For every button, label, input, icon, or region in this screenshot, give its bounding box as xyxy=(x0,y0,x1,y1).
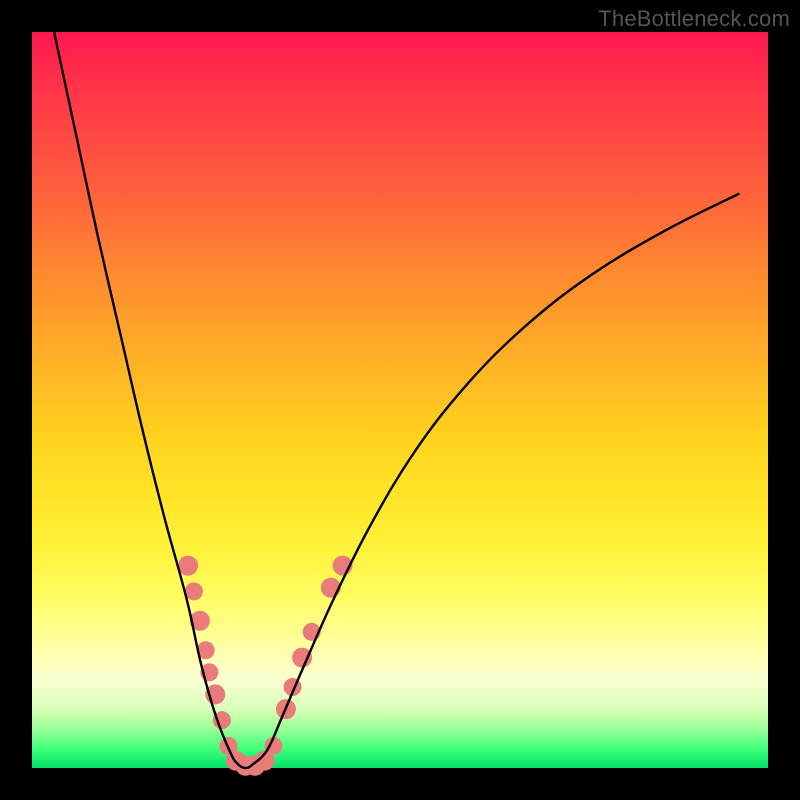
chart-frame: TheBottleneck.com xyxy=(0,0,800,800)
plot-area xyxy=(32,32,768,768)
bottleneck-curve-path xyxy=(54,32,738,768)
markers-group xyxy=(178,556,353,776)
watermark-label: TheBottleneck.com xyxy=(598,6,790,32)
curve-marker xyxy=(178,556,198,576)
curve-svg xyxy=(32,32,768,768)
curve-marker xyxy=(185,582,203,600)
curve-marker xyxy=(292,648,312,668)
